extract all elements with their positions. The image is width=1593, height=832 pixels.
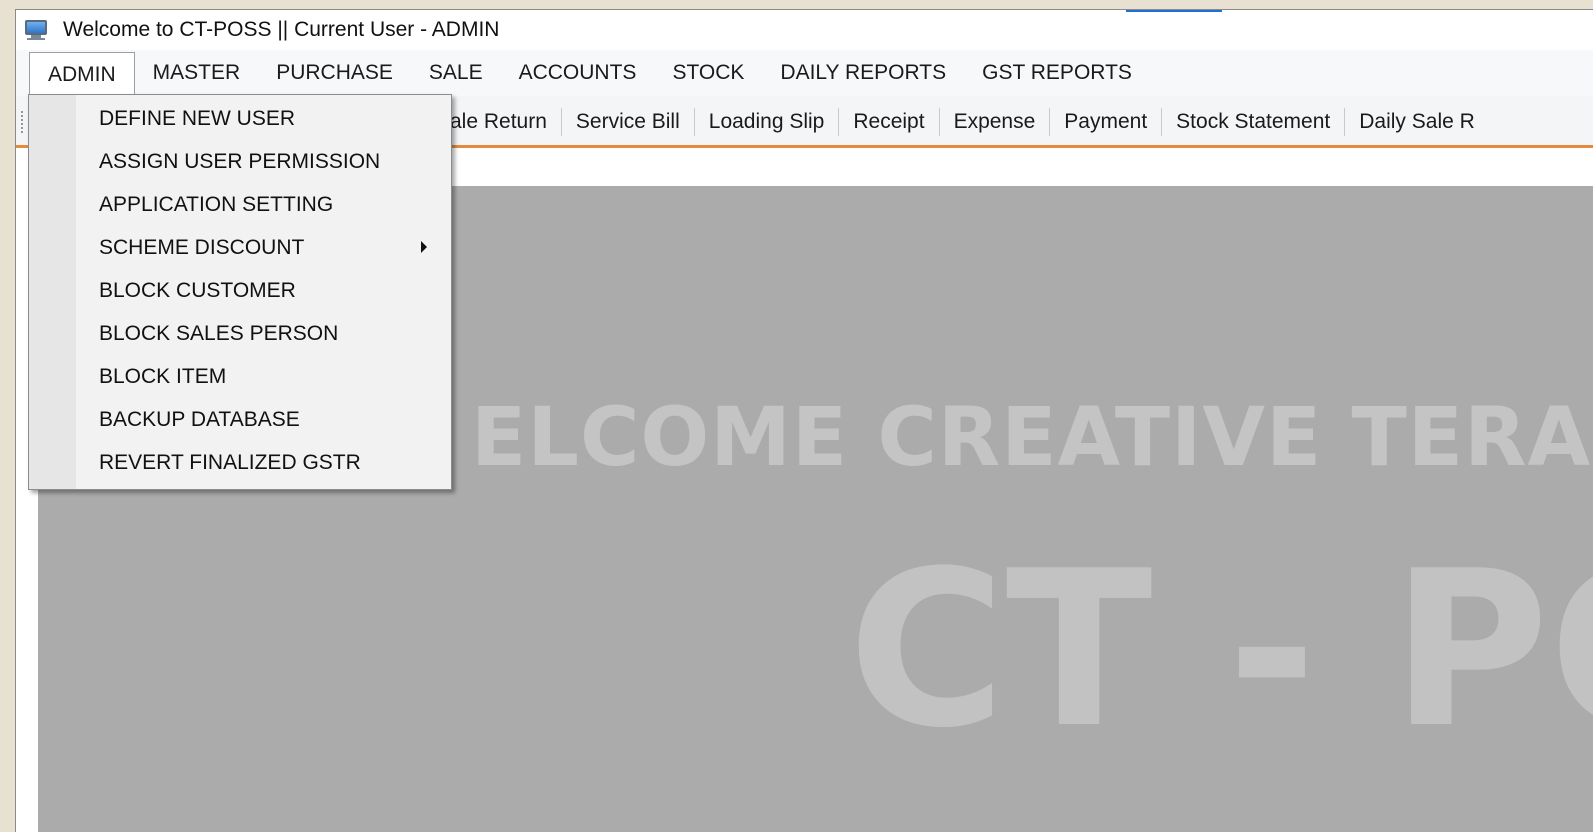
logo-watermark: CT - PO xyxy=(848,524,1593,775)
menu-master[interactable]: MASTER xyxy=(135,52,259,94)
menu-item-define-new-user[interactable]: DEFINE NEW USER xyxy=(77,97,449,140)
menu-bar: ADMIN MASTER PURCHASE SALE ACCOUNTS STOC… xyxy=(16,50,1593,96)
monitor-icon xyxy=(23,19,49,41)
menu-item-block-customer[interactable]: BLOCK CUSTOMER xyxy=(77,269,449,312)
menu-icon-gutter xyxy=(29,95,76,489)
menu-daily-reports[interactable]: DAILY REPORTS xyxy=(762,52,964,94)
menu-item-block-sales-person[interactable]: BLOCK SALES PERSON xyxy=(77,312,449,355)
toolbar-payment[interactable]: Payment xyxy=(1050,108,1163,136)
welcome-watermark: ELCOME CREATIVE TERABITE S xyxy=(471,391,1593,485)
menu-gst-reports[interactable]: GST REPORTS xyxy=(964,52,1150,94)
chevron-right-icon xyxy=(421,241,427,253)
menu-item-assign-user-permission[interactable]: ASSIGN USER PERMISSION xyxy=(77,140,449,183)
toolbar-receipt[interactable]: Receipt xyxy=(839,108,940,136)
toolbar-service-bill[interactable]: Service Bill xyxy=(562,108,695,136)
menu-stock[interactable]: STOCK xyxy=(654,52,762,94)
title-bar: Welcome to CT-POSS || Current User - ADM… xyxy=(16,10,1593,50)
menu-accounts[interactable]: ACCOUNTS xyxy=(501,52,655,94)
menu-sale[interactable]: SALE xyxy=(411,52,501,94)
menu-admin[interactable]: ADMIN xyxy=(29,52,135,96)
toolbar-grip-handle[interactable] xyxy=(20,110,24,134)
window-title: Welcome to CT-POSS || Current User - ADM… xyxy=(63,18,500,41)
admin-dropdown-menu: DEFINE NEW USER ASSIGN USER PERMISSION A… xyxy=(28,94,452,490)
toolbar-expense[interactable]: Expense xyxy=(940,108,1051,136)
title-accent xyxy=(1126,10,1222,12)
menu-item-block-item[interactable]: BLOCK ITEM xyxy=(77,355,449,398)
menu-item-scheme-discount[interactable]: SCHEME DISCOUNT xyxy=(77,226,449,269)
toolbar-daily-sale-report[interactable]: Daily Sale R xyxy=(1345,108,1489,136)
toolbar-sale-return[interactable]: ale Return xyxy=(436,108,562,136)
toolbar-stock-statement[interactable]: Stock Statement xyxy=(1162,108,1346,136)
toolbar-loading-slip[interactable]: Loading Slip xyxy=(695,108,840,136)
menu-item-revert-finalized-gstr[interactable]: REVERT FINALIZED GSTR xyxy=(77,441,449,484)
menu-purchase[interactable]: PURCHASE xyxy=(258,52,411,94)
menu-item-application-setting[interactable]: APPLICATION SETTING xyxy=(77,183,449,226)
menu-item-backup-database[interactable]: BACKUP DATABASE xyxy=(77,398,449,441)
